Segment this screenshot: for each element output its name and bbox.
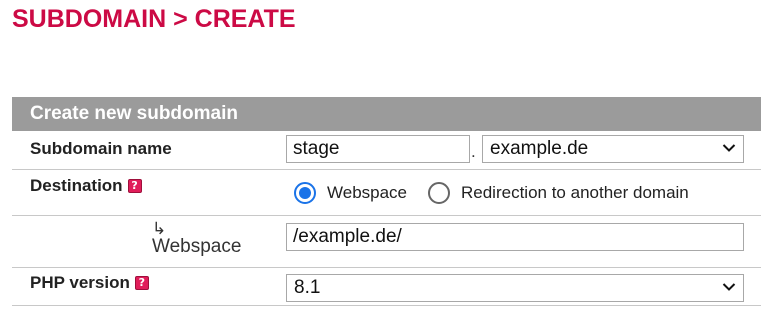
radio-option-webspace[interactable]: Webspace xyxy=(294,182,407,204)
php-version-select[interactable]: 8.1 xyxy=(286,274,744,302)
domain-select-value: example.de xyxy=(490,138,589,159)
radio-redirection-label[interactable]: Redirection to another domain xyxy=(461,183,689,203)
page-title: SUBDOMAIN > CREATE xyxy=(12,5,296,33)
radio-option-redirection[interactable]: Redirection to another domain xyxy=(428,182,689,204)
php-version-label: PHP version ? xyxy=(30,273,149,293)
subdomain-name-label-text: Subdomain name xyxy=(30,139,172,158)
php-version-label-text: PHP version xyxy=(30,273,130,292)
destination-label-text: Destination xyxy=(30,176,123,195)
subdomain-input[interactable]: stage xyxy=(286,135,470,163)
subdomain-name-row: Subdomain name stage . example.de xyxy=(12,131,761,170)
webspace-path-input[interactable]: /example.de/ xyxy=(286,223,744,251)
radio-redirection[interactable] xyxy=(428,182,450,204)
php-version-select-value: 8.1 xyxy=(294,277,321,298)
arrow-icon: ↳ xyxy=(152,219,167,239)
webspace-label-text: Webspace xyxy=(152,236,242,257)
php-version-row: PHP version ? 8.1 xyxy=(12,268,761,306)
webspace-row: ↳ Webspace /example.de/ xyxy=(12,216,761,268)
chevron-down-icon xyxy=(722,144,736,152)
webspace-sub-label: ↳ Webspace xyxy=(152,219,242,258)
subdomain-name-label: Subdomain name xyxy=(30,139,172,159)
chevron-down-icon xyxy=(722,283,736,291)
domain-separator: . xyxy=(471,142,476,161)
domain-select[interactable]: example.de xyxy=(482,135,744,163)
help-icon[interactable]: ? xyxy=(134,276,149,290)
destination-label: Destination ? xyxy=(30,176,142,196)
panel-header: Create new subdomain xyxy=(12,97,761,131)
help-icon[interactable]: ? xyxy=(127,179,142,193)
radio-webspace-label[interactable]: Webspace xyxy=(327,183,407,203)
create-subdomain-form: Create new subdomain Subdomain name stag… xyxy=(12,97,761,306)
destination-row: Destination ? Webspace Redirection to an… xyxy=(12,170,761,216)
radio-webspace[interactable] xyxy=(294,182,316,204)
